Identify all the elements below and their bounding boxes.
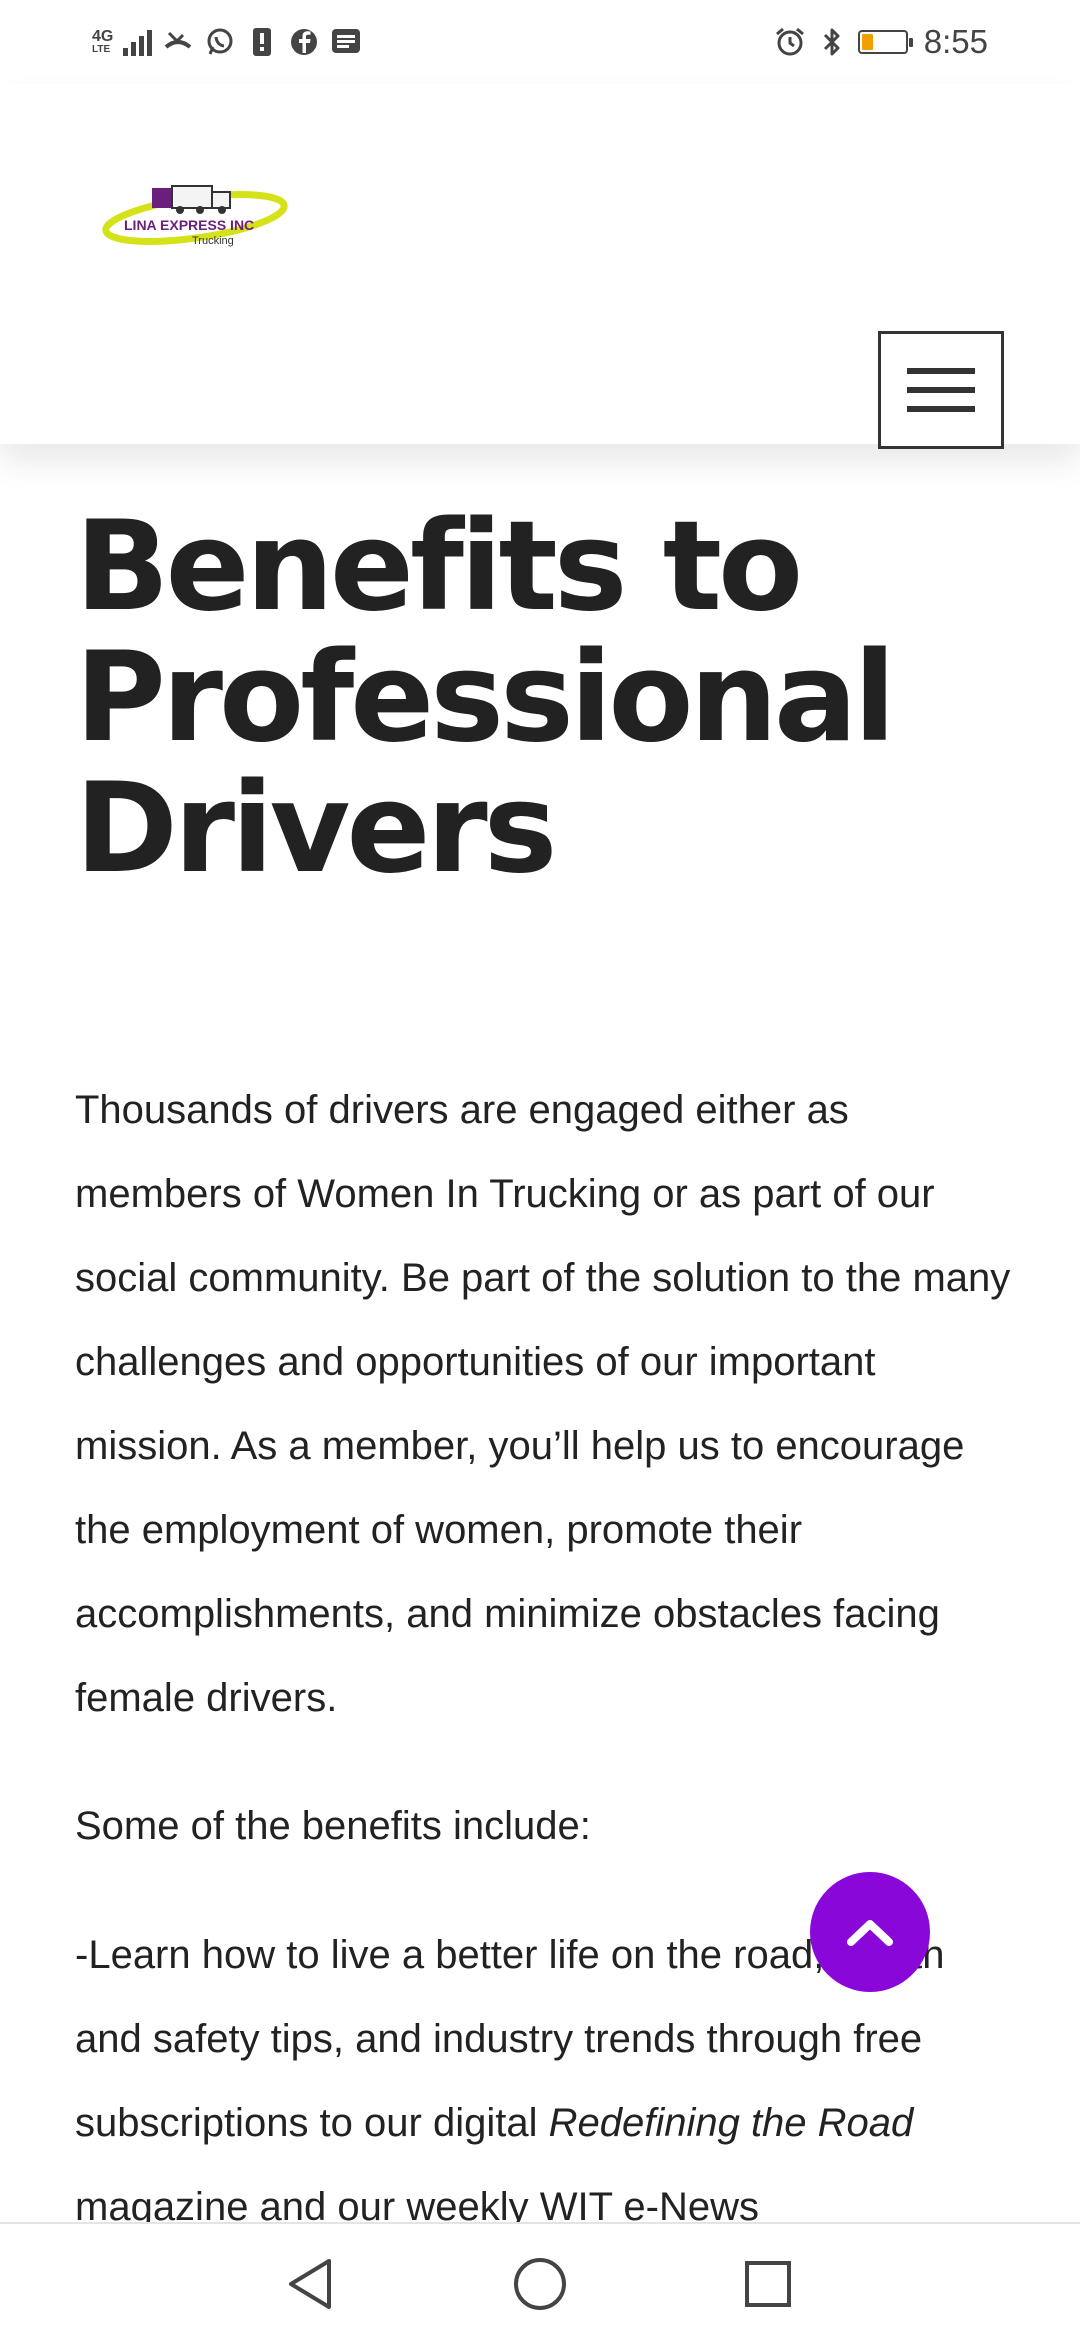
signal-icon — [123, 28, 153, 56]
recents-icon — [745, 2261, 791, 2307]
menu-button[interactable] — [878, 331, 1004, 449]
status-icons-left: 4G LTE — [92, 20, 362, 64]
home-button[interactable] — [510, 2254, 570, 2314]
back-button[interactable] — [280, 2254, 340, 2314]
message-icon — [330, 26, 362, 58]
logo-graphic: LINA EXPRESS INC Trucking — [102, 185, 288, 247]
back-icon — [289, 2259, 331, 2309]
network-indicator: 4G LTE — [92, 29, 113, 55]
battery-level — [861, 34, 873, 50]
bluetooth-icon — [816, 26, 848, 58]
facebook-icon — [288, 26, 320, 58]
chevron-up-icon — [847, 1920, 893, 1946]
status-time: 8:55 — [923, 23, 988, 60]
site-logo[interactable]: LINA EXPRESS INC Trucking — [100, 174, 290, 250]
magazine-title: Redefining the Road — [548, 2101, 914, 2145]
page-title: Benefits to Professional Drivers — [75, 495, 896, 901]
network-subtype: LTE — [92, 44, 111, 55]
battery-icon — [857, 30, 913, 54]
status-icons-right: 8:55 — [774, 20, 988, 64]
scroll-to-top-button[interactable] — [810, 1872, 930, 1992]
missed-call-icon — [162, 26, 194, 58]
alarm-icon — [774, 26, 806, 58]
whatsapp-icon — [204, 26, 236, 58]
logo-text: LINA EXPRESS INC — [124, 217, 254, 233]
intro-paragraph: Thousands of drivers are engaged either … — [75, 1088, 1011, 1720]
home-icon — [514, 2258, 566, 2310]
navigation-bar — [0, 2222, 1080, 2342]
logo-subtext: Trucking — [192, 235, 234, 247]
status-bar: 4G LTE 8:55 — [0, 0, 1080, 84]
recents-button[interactable] — [738, 2254, 798, 2314]
hamburger-menu-icon — [907, 368, 975, 412]
truck-icon — [152, 185, 231, 214]
site-header: LINA EXPRESS INC Trucking — [0, 84, 1080, 449]
notification-alert-icon — [246, 26, 278, 58]
network-type: 4G — [92, 28, 114, 45]
benefits-intro: Some of the benefits include: — [75, 1804, 591, 1848]
